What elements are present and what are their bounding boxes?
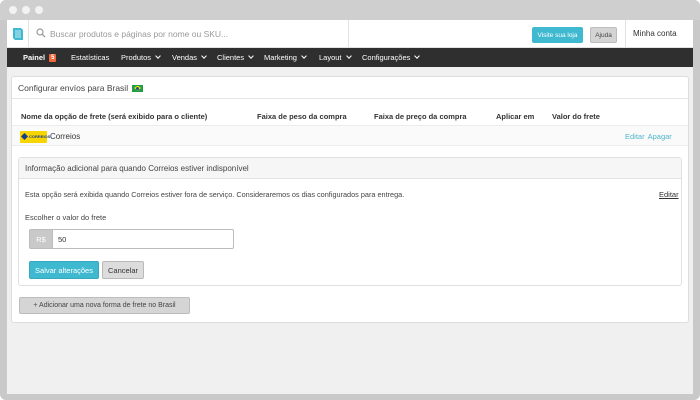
save-button[interactable]: Salvar alterações [29, 261, 99, 279]
browser-title-bar [0, 0, 700, 20]
cancel-button[interactable]: Cancelar [102, 261, 144, 279]
shipping-option-name: Correios [50, 132, 81, 141]
edit-link[interactable]: Editar [625, 132, 645, 141]
panel-title: Informação adicional para quando Correio… [25, 164, 249, 173]
page-title: Configurar envíos para Brasil [18, 83, 144, 93]
card-header: Configurar envíos para Brasil [12, 77, 688, 99]
nav-item-label: Configurações [362, 53, 411, 62]
help-button[interactable]: Ajuda [590, 27, 617, 43]
page-title-text: Configurar envíos para Brasil [18, 83, 129, 93]
chevron-down-icon [414, 53, 421, 59]
search-icon [36, 28, 46, 38]
nav-item-marketing[interactable]: Marketing [264, 48, 307, 67]
column-header-value: Valor do frete [552, 112, 600, 121]
main-nav: Painel 5 Estatísticas Produtos Vendas Cl… [7, 48, 693, 67]
panel-edit-link[interactable]: Editar [659, 190, 679, 199]
admin-topbar: Visite sua loja Ajuda Minha conta [7, 20, 693, 48]
nav-item-painel[interactable]: Painel 5 [23, 48, 57, 67]
currency-prefix: R$ [29, 229, 52, 249]
topbar-divider [348, 20, 349, 48]
notification-badge: 5 [49, 53, 57, 62]
chevron-down-icon [201, 53, 207, 59]
nav-item-label: Clientes [217, 53, 245, 62]
browser-window: Visite sua loja Ajuda Minha conta Painel… [0, 0, 700, 400]
correios-logo-text: CORREIOS [29, 134, 51, 139]
window-minimize-dot[interactable] [22, 6, 30, 14]
nav-item-clientes[interactable]: Clientes [217, 48, 254, 67]
page-viewport: Visite sua loja Ajuda Minha conta Painel… [7, 20, 693, 394]
nav-item-layout[interactable]: Layout [319, 48, 352, 67]
row-actions: Editar Apagar [625, 132, 675, 141]
chevron-down-icon [301, 53, 307, 59]
search-input[interactable] [50, 26, 340, 42]
correios-logo: CORREIOS [20, 131, 51, 143]
visit-store-button[interactable]: Visite sua loja [532, 27, 583, 43]
nav-item-label: Painel [23, 53, 46, 62]
nav-item-vendas[interactable]: Vendas [172, 48, 207, 67]
panel-header: Informação adicional para quando Correio… [19, 158, 681, 179]
topbar-divider [625, 20, 626, 48]
brazil-flag-icon [132, 84, 144, 92]
nav-item-produtos[interactable]: Produtos [121, 48, 161, 67]
nav-item-label: Produtos [121, 53, 152, 62]
table-row: CORREIOS Correios Editar Apagar [12, 125, 688, 146]
chevron-down-icon [248, 53, 254, 59]
shipping-value-input[interactable] [52, 229, 234, 249]
nav-item-label: Layout [319, 53, 342, 62]
my-account-link[interactable]: Minha conta [633, 29, 677, 38]
nav-item-label: Estatísticas [71, 53, 110, 62]
shipping-config-card: Configurar envíos para Brasil Nome da op… [11, 76, 689, 323]
nav-item-label: Marketing [264, 53, 297, 62]
logo-icon [13, 28, 23, 40]
chevron-down-icon [155, 53, 161, 59]
panel-description: Esta opção será exibida quando Correios … [25, 190, 405, 199]
window-close-dot[interactable] [9, 6, 17, 14]
chevron-down-icon [345, 53, 352, 59]
shipping-value-label: Escolher o valor do frete [25, 213, 107, 222]
window-zoom-dot[interactable] [35, 6, 43, 14]
column-header-weight: Faixa de peso da compra [257, 112, 347, 121]
nav-item-configuracoes[interactable]: Configurações [362, 48, 421, 67]
column-header-apply: Aplicar em [496, 112, 535, 121]
nav-item-label: Vendas [172, 53, 198, 62]
logo[interactable] [7, 20, 29, 48]
add-shipping-method-button[interactable]: + Adicionar uma nova forma de frete no B… [19, 297, 190, 314]
column-header-name: Nome da opção de frete (será exibido par… [21, 112, 208, 121]
delete-link[interactable]: Apagar [648, 132, 672, 141]
nav-item-estatisticas[interactable]: Estatísticas [71, 48, 109, 67]
column-header-price: Faixa de preço da compra [374, 112, 467, 121]
unavailable-info-panel: Informação adicional para quando Correio… [18, 157, 682, 286]
